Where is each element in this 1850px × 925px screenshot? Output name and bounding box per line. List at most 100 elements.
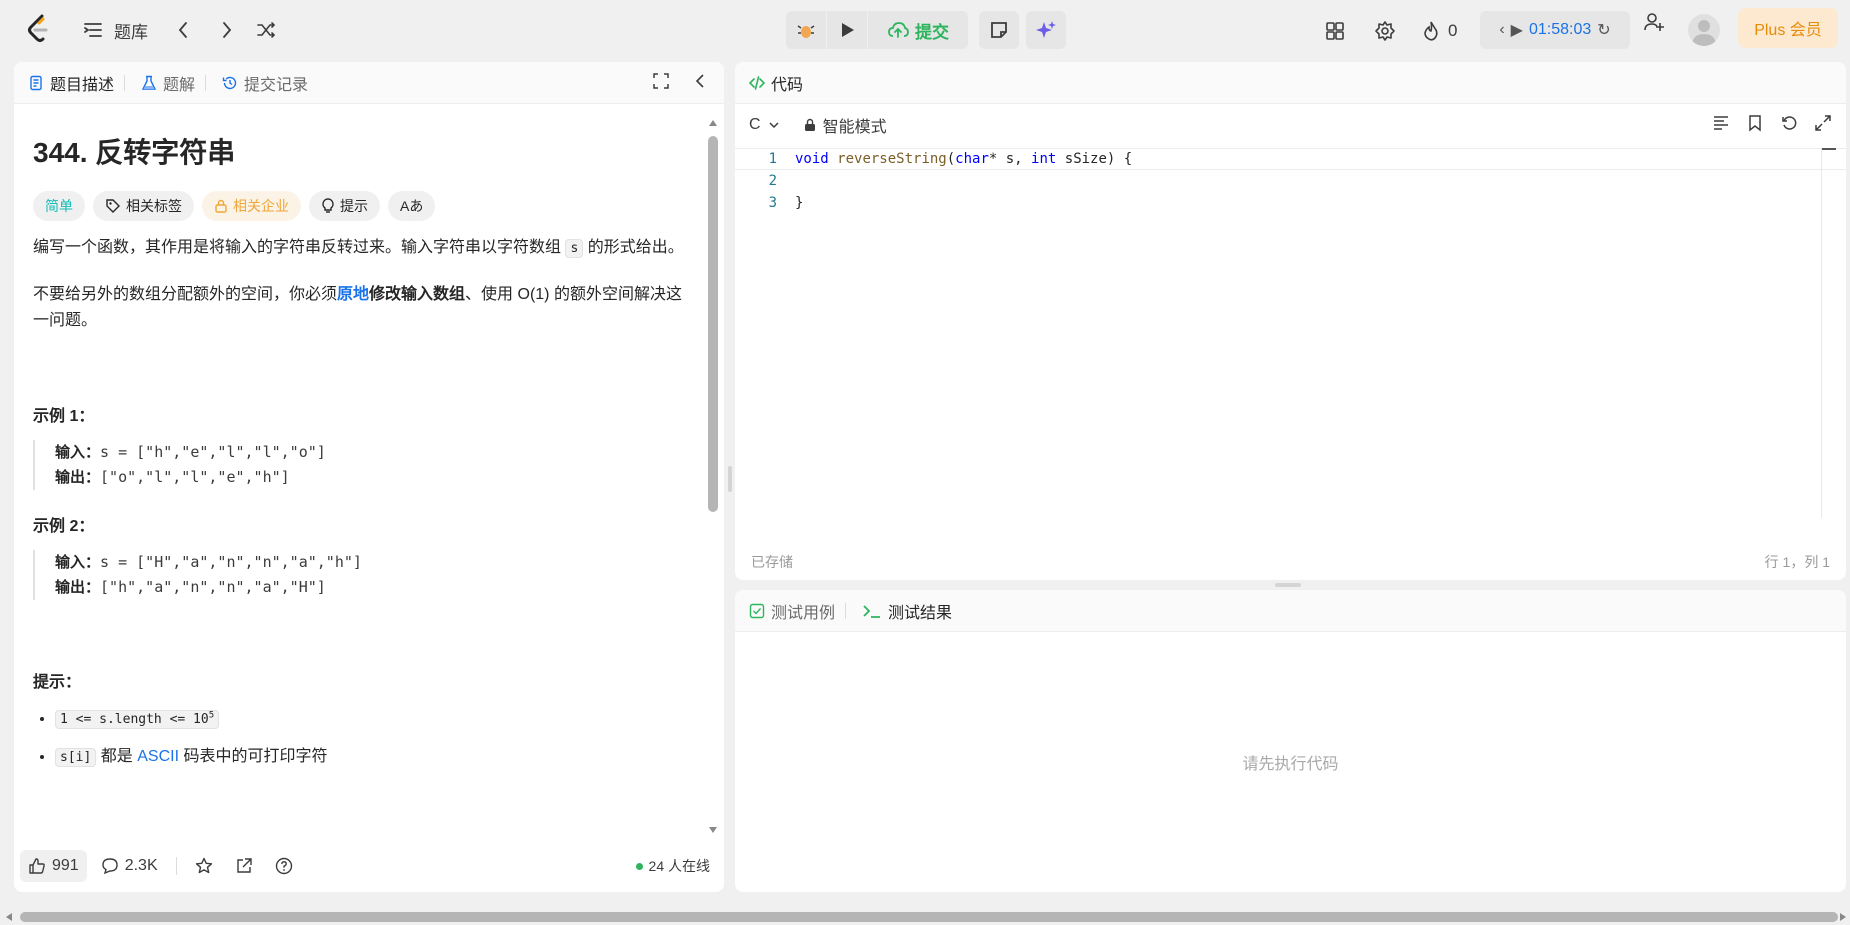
comment-icon xyxy=(102,858,118,875)
description-text: 的形式给出。 xyxy=(583,239,684,256)
problem-title: 344. 反转字符串 xyxy=(33,137,236,168)
timer-value: 01:58:03 xyxy=(1528,21,1592,38)
example-output: ["h","a","n","n","a","H"] xyxy=(100,578,326,596)
constraints-list: 1 <= s.length <= 105 s[i] 都是 ASCII 码表中的可… xyxy=(33,710,690,767)
reset-icon[interactable]: ↻ xyxy=(1597,20,1610,40)
code-icon xyxy=(749,75,765,90)
constraint-text: 都是 xyxy=(96,748,138,765)
streak-counter[interactable]: 0 xyxy=(1420,18,1457,44)
smart-mode-label: 智能模式 xyxy=(822,119,887,136)
online-count: 24 人在线 xyxy=(648,858,710,874)
description-text: 不要给另外的数组分配额外的空间，你必须 xyxy=(33,286,338,303)
related-companies-tag[interactable]: 相关企业 xyxy=(202,191,301,221)
constraint-item: s[i] 都是 ASCII 码表中的可打印字符 xyxy=(55,742,690,767)
vertical-splitter[interactable] xyxy=(728,466,732,492)
related-topics-tag[interactable]: 相关标签 xyxy=(93,191,194,221)
tab-description[interactable]: 题目描述 xyxy=(28,71,114,95)
line-number: 3 xyxy=(768,195,777,211)
description-scrollbar[interactable] xyxy=(708,120,718,833)
checkbox-icon xyxy=(749,603,765,618)
example-2-block: 输入：s = ["H","a","n","n","a","h"] 输出：["h"… xyxy=(33,550,690,600)
ai-assistant-button[interactable] xyxy=(1026,11,1066,49)
code-text: void reverseString(char* s, int sSize) { xyxy=(795,151,1133,167)
plus-membership-button[interactable]: Plus 会员 xyxy=(1738,8,1838,48)
maximize-icon[interactable] xyxy=(652,72,670,90)
tab-testcases[interactable]: 测试用例 xyxy=(749,599,835,623)
bookmark-icon[interactable] xyxy=(1746,114,1764,132)
test-result-empty: 请先执行代码 xyxy=(1242,756,1339,773)
play-icon[interactable]: ▶ xyxy=(1511,20,1523,40)
description-paragraph-1: 编写一个函数，其作用是将输入的字符串反转过来。输入字符串以字符数组 s 的形式给… xyxy=(33,235,690,262)
like-button[interactable]: 991 xyxy=(20,850,87,882)
chevron-left-icon[interactable]: ‹ xyxy=(1499,21,1504,39)
code-line[interactable]: 1 void reverseString(char* s, int sSize)… xyxy=(735,148,1846,170)
layout-icon xyxy=(1326,22,1344,40)
exponent: 5 xyxy=(208,710,215,721)
hint-label: 提示 xyxy=(340,198,368,214)
favorite-button[interactable] xyxy=(195,857,213,875)
problem-list-button[interactable]: 题库 xyxy=(82,14,148,46)
constraint-text: 码表中的可打印字符 xyxy=(179,748,328,765)
horizontal-splitter[interactable] xyxy=(1275,583,1301,587)
add-user-icon xyxy=(1644,13,1664,31)
scroll-down-arrow[interactable] xyxy=(709,827,717,833)
related-topics-label: 相关标签 xyxy=(126,198,182,214)
chevron-down-icon xyxy=(769,122,779,129)
share-button[interactable] xyxy=(235,857,253,875)
comments-button[interactable]: 2.3K xyxy=(101,857,158,875)
code-tools xyxy=(1712,114,1832,132)
streak-count: 0 xyxy=(1448,21,1458,40)
example-1-title: 示例 1： xyxy=(33,408,95,425)
difficulty-label: 简单 xyxy=(45,198,73,214)
run-button[interactable] xyxy=(827,11,867,49)
tab-testcases-label: 测试用例 xyxy=(771,604,836,622)
format-icon[interactable] xyxy=(1712,114,1730,132)
related-companies-label: 相关企业 xyxy=(233,198,289,214)
help-button[interactable] xyxy=(275,857,293,875)
tab-submissions[interactable]: 提交记录 xyxy=(222,71,308,95)
inline-code: s[i] xyxy=(55,748,97,767)
submit-button[interactable]: 提交 xyxy=(868,11,968,49)
inline-code: s xyxy=(565,239,584,258)
hint-tag[interactable]: 提示 xyxy=(309,191,380,221)
difficulty-badge[interactable]: 简单 xyxy=(33,191,85,221)
language-label: C xyxy=(749,116,761,133)
code-line[interactable]: 3 } xyxy=(735,192,1846,214)
layout-button[interactable] xyxy=(1322,18,1348,44)
scroll-up-arrow[interactable] xyxy=(709,120,717,126)
top-bar: 题库 提交 0 ‹ ▶ 01:58:03 ↻ Plus 会员 xyxy=(0,0,1850,60)
description-paragraph-2: 不要给另外的数组分配额外的空间，你必须原地修改输入数组、使用 O(1) 的额外空… xyxy=(33,282,690,334)
constraint-code: 1 <= s.length <= 10 xyxy=(60,712,209,727)
leetcode-logo[interactable] xyxy=(26,14,52,44)
smart-mode-toggle[interactable]: 智能模式 xyxy=(803,113,887,137)
horizontal-scrollbar[interactable] xyxy=(20,912,1838,922)
tab-divider xyxy=(845,602,847,619)
scroll-left-arrow[interactable] xyxy=(6,913,12,921)
description-tabbar: 题目描述 题解 提交记录 xyxy=(14,62,724,104)
fullscreen-icon[interactable] xyxy=(1814,114,1832,132)
collapse-icon[interactable] xyxy=(692,72,710,90)
in-place-link[interactable]: 原地 xyxy=(337,286,369,303)
debug-button[interactable] xyxy=(786,11,826,49)
language-select[interactable]: C xyxy=(749,116,781,134)
tab-solutions[interactable]: 题解 xyxy=(141,71,195,95)
lock-icon xyxy=(804,118,815,131)
bold-text: 修改输入数组 xyxy=(369,286,466,303)
code-editor[interactable]: 1 void reverseString(char* s, int sSize)… xyxy=(735,148,1846,518)
tab-code[interactable]: 代码 xyxy=(749,71,803,95)
invite-button[interactable] xyxy=(1635,11,1673,33)
notes-button[interactable] xyxy=(979,11,1019,49)
ascii-link[interactable]: ASCII xyxy=(137,748,179,765)
timer[interactable]: ‹ ▶ 01:58:03 ↻ xyxy=(1480,11,1630,49)
translate-tag[interactable]: Aあ xyxy=(388,191,436,221)
next-problem-button[interactable] xyxy=(212,16,240,44)
tab-test-results[interactable]: 测试结果 xyxy=(862,599,952,623)
code-line[interactable]: 2 xyxy=(735,170,1846,192)
avatar[interactable] xyxy=(1688,14,1720,46)
scroll-thumb[interactable] xyxy=(708,136,718,512)
scroll-right-arrow[interactable] xyxy=(1840,913,1846,921)
settings-button[interactable] xyxy=(1372,18,1398,44)
random-problem-button[interactable] xyxy=(252,16,280,44)
prev-problem-button[interactable] xyxy=(170,16,198,44)
reset-icon[interactable] xyxy=(1780,114,1798,132)
